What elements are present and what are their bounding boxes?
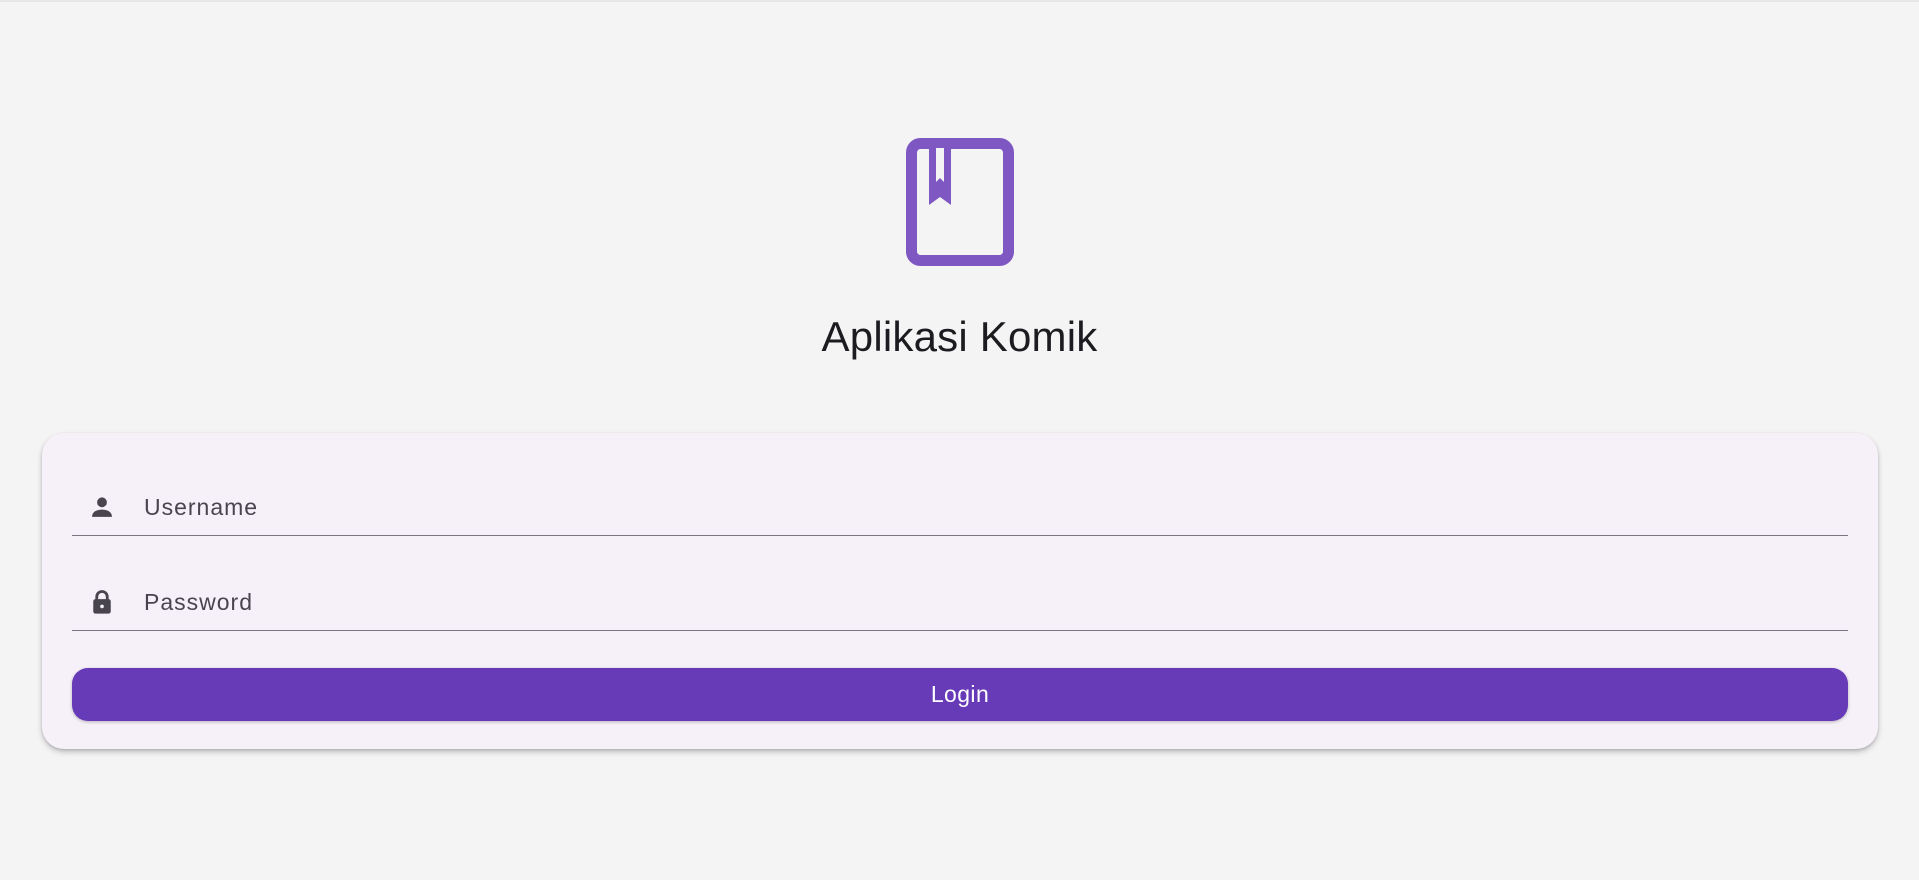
lock-icon: [88, 588, 116, 616]
password-input[interactable]: [144, 582, 1824, 622]
person-icon: [88, 493, 116, 521]
app-title: Aplikasi Komik: [821, 313, 1098, 360]
username-input[interactable]: [144, 487, 1824, 527]
top-divider: [0, 0, 1919, 2]
book-bookmark-icon: [906, 138, 1014, 266]
password-field[interactable]: [72, 570, 1848, 631]
username-field[interactable]: [72, 475, 1848, 536]
login-button[interactable]: Login: [72, 668, 1848, 721]
